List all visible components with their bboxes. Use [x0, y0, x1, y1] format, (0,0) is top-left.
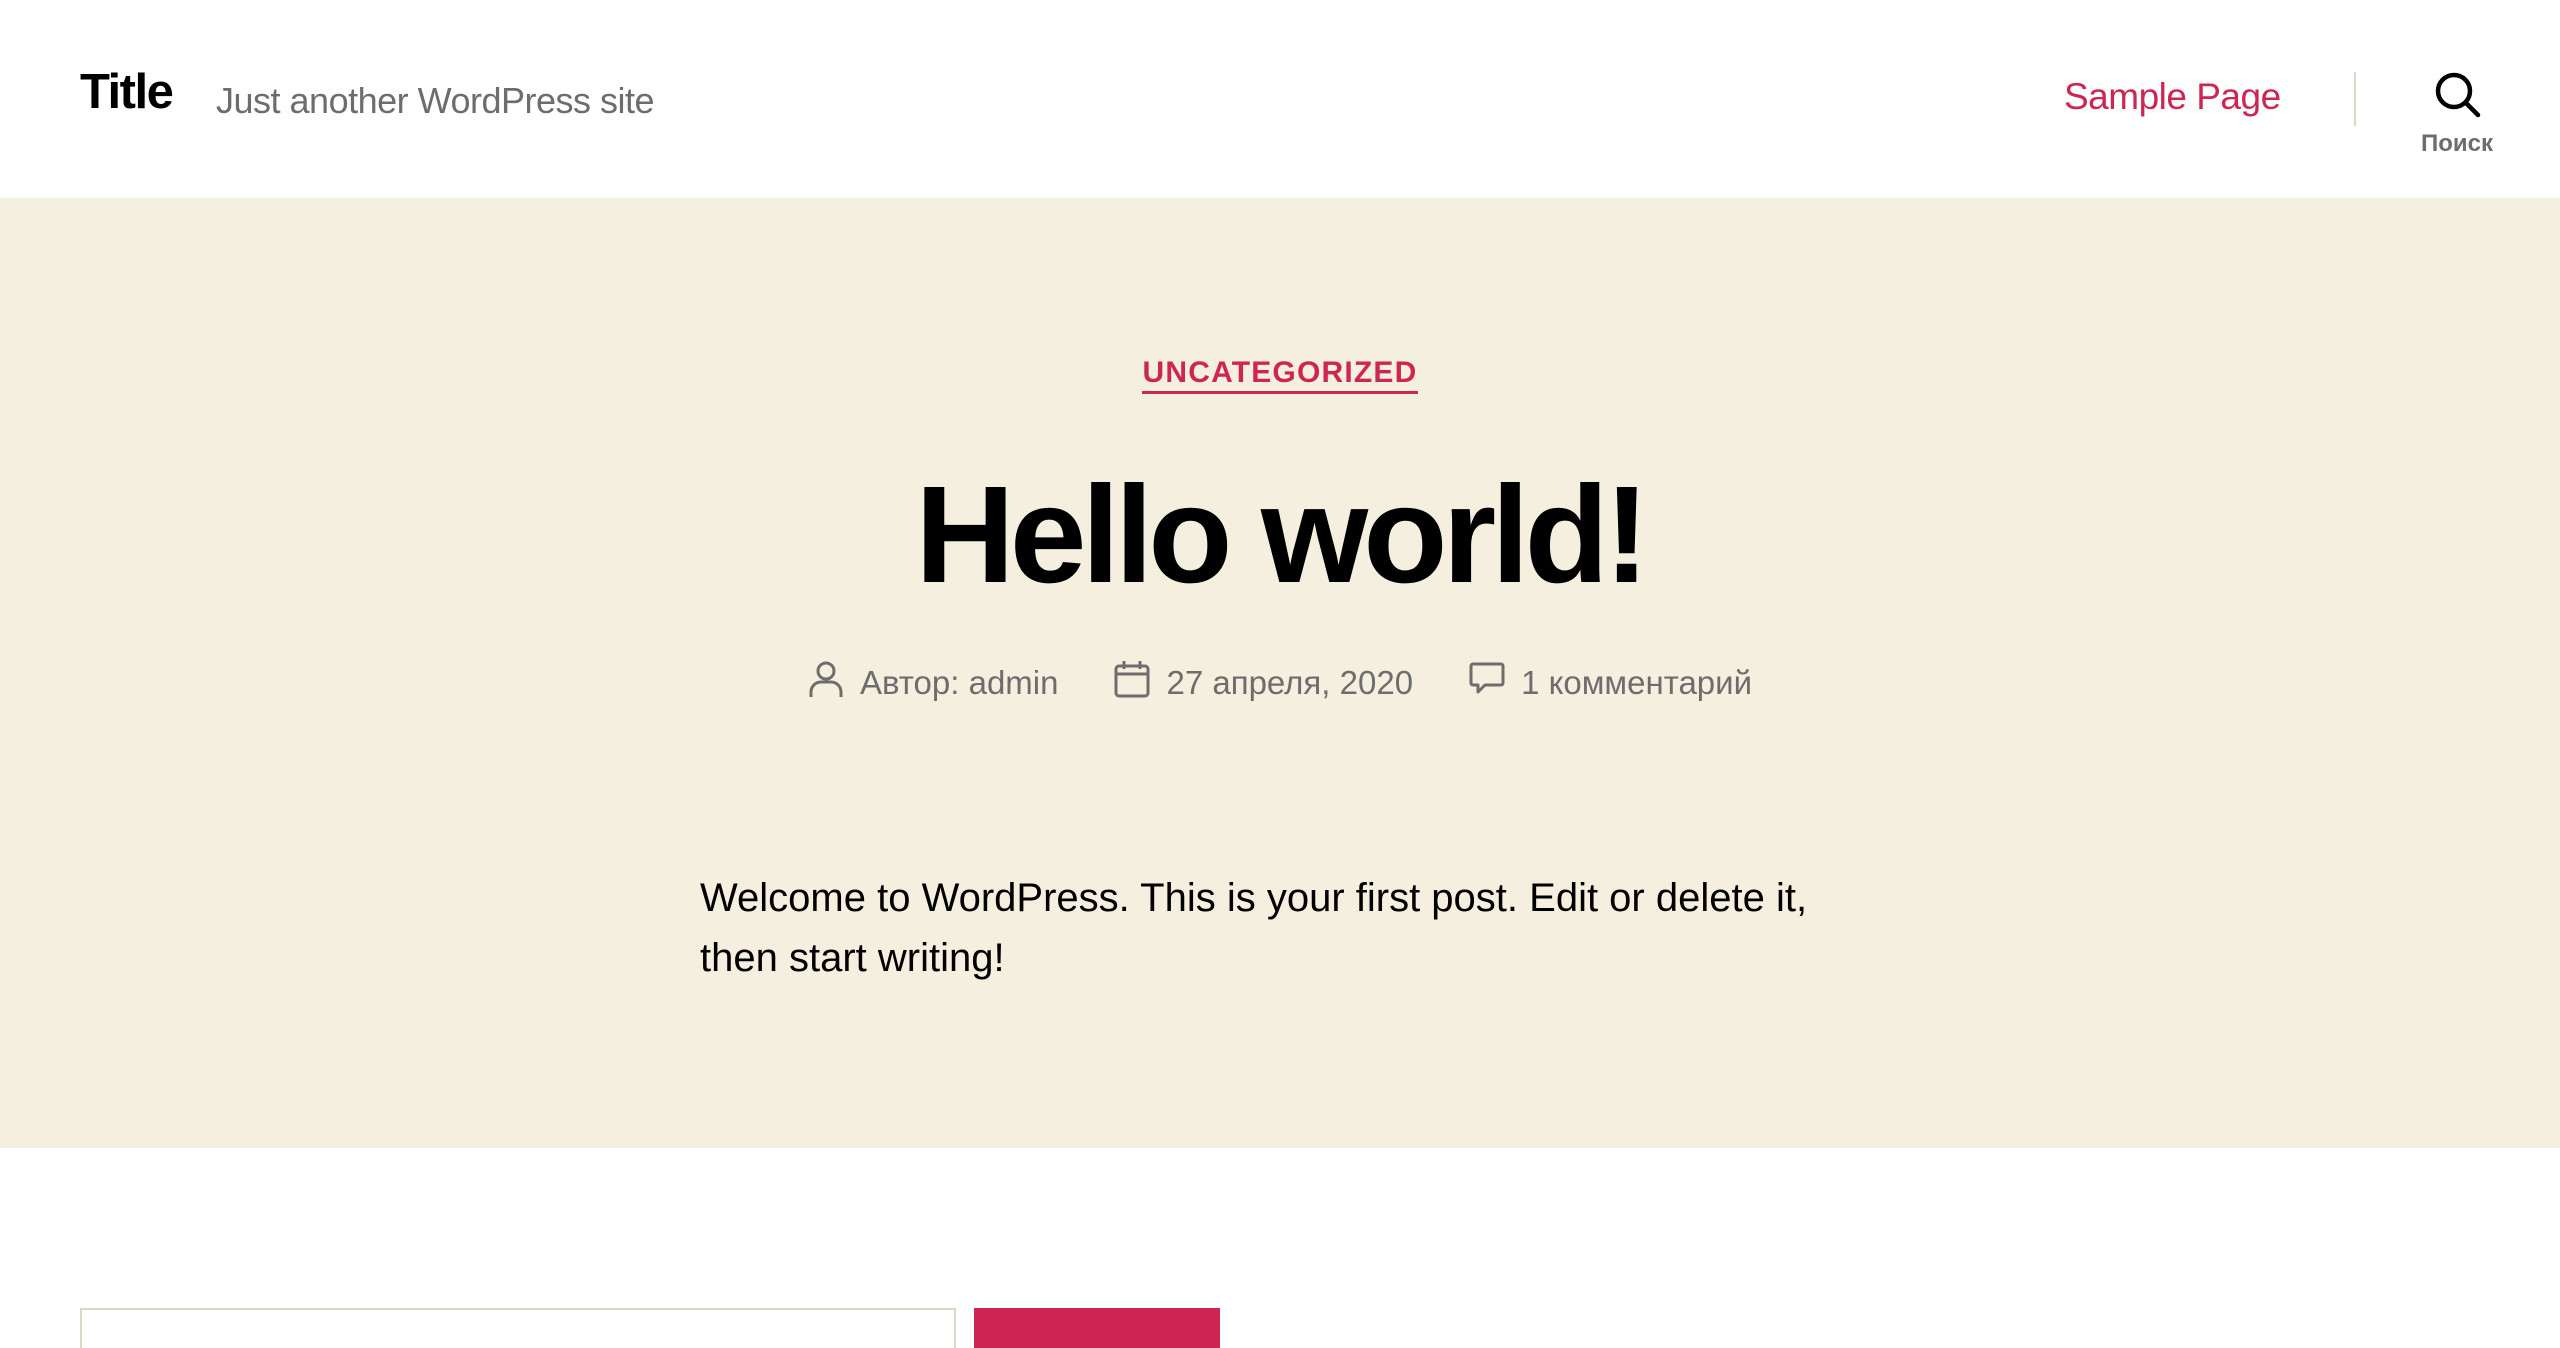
- nav-divider: [2354, 72, 2356, 126]
- site-title[interactable]: Title: [80, 64, 174, 120]
- post-hero: UNCATEGORIZED Hello world! Автор: admin: [0, 198, 2560, 1148]
- search-icon: [2410, 70, 2504, 118]
- post-comments: 1 комментарий: [1469, 661, 1752, 705]
- calendar-icon: [1114, 660, 1166, 706]
- search-toggle-label: Поиск: [2420, 130, 2494, 157]
- post-author: Автор: admin: [808, 660, 1058, 706]
- nav-link-sample-page[interactable]: Sample Page: [2064, 76, 2281, 118]
- post-date-link[interactable]: 27 апреля, 2020: [1166, 664, 1413, 702]
- site-header: Title Just another WordPress site Sample…: [0, 0, 2560, 198]
- category-list: UNCATEGORIZED: [0, 356, 2560, 394]
- site-tagline: Just another WordPress site: [216, 80, 655, 121]
- post-title: Hello world!: [915, 458, 1650, 612]
- search-submit-button[interactable]: [974, 1308, 1220, 1348]
- post-comments-link[interactable]: 1 комментарий: [1521, 664, 1752, 702]
- post-author-link[interactable]: Автор: admin: [860, 664, 1058, 702]
- comment-icon: [1469, 661, 1521, 705]
- user-icon: [808, 660, 860, 706]
- search-toggle-button[interactable]: Поиск: [2410, 70, 2504, 170]
- search-input[interactable]: [80, 1308, 956, 1348]
- post-date: 27 апреля, 2020: [1114, 660, 1413, 706]
- post-content: Welcome to WordPress. This is your first…: [700, 876, 1808, 980]
- category-link[interactable]: UNCATEGORIZED: [1142, 356, 1418, 394]
- post-meta: Автор: admin 27 апреля, 2020 1 комментар…: [0, 660, 2560, 706]
